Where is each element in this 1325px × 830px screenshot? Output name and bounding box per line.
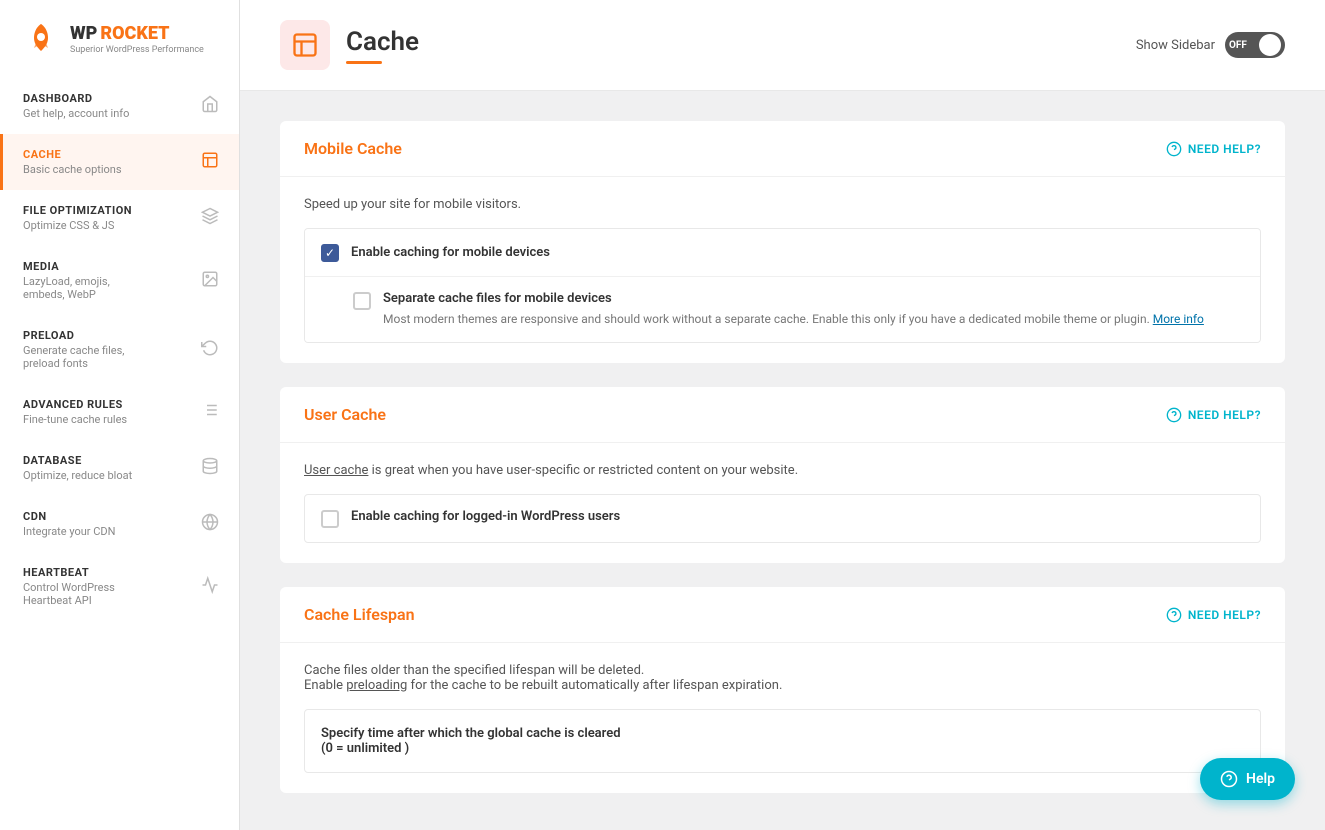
nav-item-subtitle-adv-rules: Fine-tune cache rules	[23, 413, 127, 426]
sidebar-nav: DASHBOARD Get help, account info CACHE B…	[0, 78, 239, 621]
mobile-cache-sub-desc: Most modern themes are responsive and sh…	[383, 310, 1204, 328]
logo-text: WP ROCKET Superior WordPress Performance	[70, 23, 204, 55]
nav-item-title-heartbeat: HEARTBEAT	[23, 566, 115, 579]
preload-icon	[201, 339, 219, 361]
show-sidebar-label: Show Sidebar	[1136, 38, 1215, 53]
mobile-cache-description: Speed up your site for mobile visitors.	[304, 197, 1261, 212]
database-icon	[201, 457, 219, 479]
content-area: Mobile Cache NEED HELP? Speed up your si…	[240, 91, 1325, 830]
mobile-cache-main-label: Enable caching for mobile devices	[351, 245, 550, 260]
nav-item-title-preload: PRELOAD	[23, 329, 124, 342]
mobile-cache-main-option: ✓ Enable caching for mobile devices	[305, 229, 1260, 276]
user-cache-need-help[interactable]: NEED HELP?	[1166, 407, 1261, 423]
user-cache-link[interactable]: User cache	[304, 463, 368, 478]
cache-lifespan-title: Cache Lifespan	[304, 605, 415, 624]
logo-rocket: ROCKET	[100, 23, 169, 44]
sidebar-item-advanced-rules[interactable]: ADVANCED RULES Fine-tune cache rules	[0, 384, 239, 440]
help-fab-label: Help	[1246, 771, 1275, 787]
mobile-cache-more-info-link[interactable]: More info	[1153, 312, 1204, 326]
sidebar-item-media[interactable]: MEDIA LazyLoad, emojis,embeds, WebP	[0, 246, 239, 315]
main-content: Cache Show Sidebar OFF Mobile Cache NEED…	[240, 0, 1325, 830]
media-icon	[201, 270, 219, 292]
cache-lifespan-section: Cache Lifespan NEED HELP? Cache files ol…	[280, 587, 1285, 793]
nav-item-title-media: MEDIA	[23, 260, 110, 273]
nav-item-title-dashboard: DASHBOARD	[23, 92, 129, 105]
cache-lifespan-body: Cache files older than the specified lif…	[280, 643, 1285, 793]
sidebar: WP ROCKET Superior WordPress Performance…	[0, 0, 240, 830]
page-header: Cache Show Sidebar OFF	[240, 0, 1325, 91]
mobile-cache-body: Speed up your site for mobile visitors. …	[280, 177, 1285, 363]
page-header-icon-wrap	[280, 20, 330, 70]
lifespan-input-label: Specify time after which the global cach…	[321, 726, 1244, 756]
sidebar-item-cache[interactable]: CACHE Basic cache options	[0, 134, 239, 190]
nav-item-subtitle-heartbeat: Control WordPressHeartbeat API	[23, 581, 115, 607]
logo-icon	[20, 18, 62, 60]
help-circle-icon-user	[1166, 407, 1182, 423]
layers-icon	[201, 207, 219, 229]
mobile-cache-sub-option: Separate cache files for mobile devices …	[305, 276, 1260, 342]
help-circle-icon-lifespan	[1166, 607, 1182, 623]
lifespan-need-help-label: NEED HELP?	[1188, 608, 1261, 622]
sidebar-item-cdn[interactable]: CDN Integrate your CDN	[0, 496, 239, 552]
nav-item-title-database: DATABASE	[23, 454, 132, 467]
nav-item-title-cdn: CDN	[23, 510, 115, 523]
help-circle-icon-mobile	[1166, 141, 1182, 157]
mobile-cache-need-help[interactable]: NEED HELP?	[1166, 141, 1261, 157]
mobile-cache-main-checkbox[interactable]: ✓	[321, 244, 339, 262]
sidebar-toggle[interactable]: OFF	[1225, 32, 1285, 58]
cdn-icon	[201, 513, 219, 535]
mobile-cache-section: Mobile Cache NEED HELP? Speed up your si…	[280, 121, 1285, 363]
cache-page-icon	[291, 31, 319, 59]
mobile-need-help-label: NEED HELP?	[1188, 142, 1261, 156]
lifespan-input-area: Specify time after which the global cach…	[304, 709, 1261, 773]
user-cache-body: User cache is great when you have user-s…	[280, 443, 1285, 563]
user-cache-option-label: Enable caching for logged-in WordPress u…	[351, 509, 620, 524]
mobile-cache-options-group: ✓ Enable caching for mobile devices Sepa…	[304, 228, 1261, 343]
nav-item-subtitle-preload: Generate cache files,preload fonts	[23, 344, 124, 370]
nav-item-title-file-opt: FILE OPTIMIZATION	[23, 204, 132, 217]
nav-item-subtitle-cdn: Integrate your CDN	[23, 525, 115, 538]
sidebar-item-file-optimization[interactable]: FILE OPTIMIZATION Optimize CSS & JS	[0, 190, 239, 246]
toggle-label: OFF	[1229, 40, 1247, 51]
page-title-underline	[346, 61, 382, 64]
nav-item-subtitle-file-opt: Optimize CSS & JS	[23, 219, 132, 232]
user-cache-section: User Cache NEED HELP? User cache is grea…	[280, 387, 1285, 563]
help-fab-icon	[1220, 770, 1238, 788]
sidebar-item-dashboard[interactable]: DASHBOARD Get help, account info	[0, 78, 239, 134]
user-cache-header: User Cache NEED HELP?	[280, 387, 1285, 443]
sidebar-item-heartbeat[interactable]: HEARTBEAT Control WordPressHeartbeat API	[0, 552, 239, 621]
user-cache-title: User Cache	[304, 405, 386, 424]
page-title: Cache	[346, 27, 419, 57]
toggle-knob	[1259, 34, 1281, 56]
nav-item-subtitle-database: Optimize, reduce bloat	[23, 469, 132, 482]
rules-icon	[201, 401, 219, 423]
user-need-help-label: NEED HELP?	[1188, 408, 1261, 422]
help-fab-button[interactable]: Help	[1200, 758, 1295, 800]
user-cache-checkbox[interactable]	[321, 510, 339, 528]
cache-lifespan-description: Cache files older than the specified lif…	[304, 663, 1261, 693]
nav-item-subtitle-media: LazyLoad, emojis,embeds, WebP	[23, 275, 110, 301]
heartbeat-icon	[201, 576, 219, 598]
mobile-cache-sub-checkbox[interactable]	[353, 292, 371, 310]
preloading-link[interactable]: preloading	[346, 678, 407, 693]
mobile-cache-header: Mobile Cache NEED HELP?	[280, 121, 1285, 177]
nav-item-subtitle-dashboard: Get help, account info	[23, 107, 129, 120]
sidebar-item-database[interactable]: DATABASE Optimize, reduce bloat	[0, 440, 239, 496]
cache-icon	[201, 151, 219, 173]
cache-lifespan-header: Cache Lifespan NEED HELP?	[280, 587, 1285, 643]
nav-item-title-cache: CACHE	[23, 148, 122, 161]
mobile-cache-sub-label: Separate cache files for mobile devices	[383, 291, 1204, 306]
nav-item-subtitle-cache: Basic cache options	[23, 163, 122, 176]
logo-tagline: Superior WordPress Performance	[70, 45, 204, 55]
user-cache-description: User cache is great when you have user-s…	[304, 463, 1261, 478]
home-icon	[201, 95, 219, 117]
user-cache-option-row: Enable caching for logged-in WordPress u…	[304, 494, 1261, 543]
nav-item-title-adv-rules: ADVANCED RULES	[23, 398, 127, 411]
cache-lifespan-need-help[interactable]: NEED HELP?	[1166, 607, 1261, 623]
logo-wp: WP	[70, 23, 97, 44]
sidebar-item-preload[interactable]: PRELOAD Generate cache files,preload fon…	[0, 315, 239, 384]
mobile-cache-title: Mobile Cache	[304, 139, 402, 158]
checkbox-check-mark: ✓	[325, 247, 335, 259]
logo: WP ROCKET Superior WordPress Performance	[0, 0, 239, 78]
